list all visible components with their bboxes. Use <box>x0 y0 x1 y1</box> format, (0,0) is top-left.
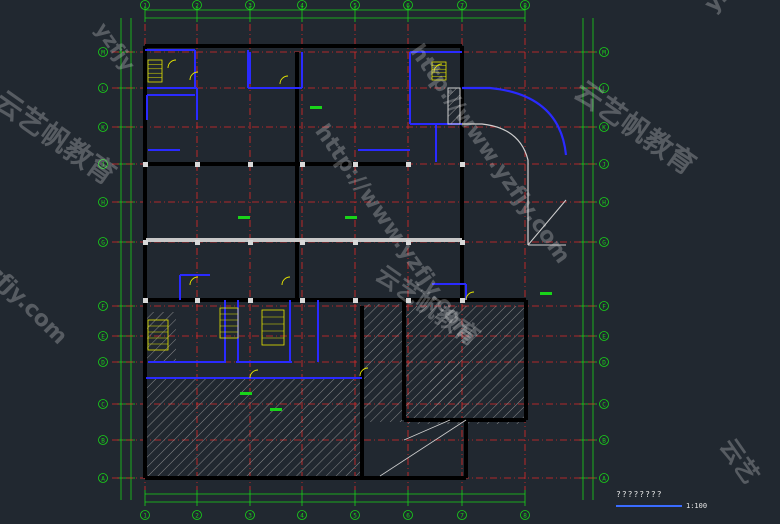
stair <box>147 59 163 83</box>
axis-bubble-label: F <box>602 304 606 311</box>
axis-bubble-label: J <box>602 162 606 169</box>
hatched-area <box>145 378 360 476</box>
column <box>406 298 411 303</box>
door-swing <box>281 276 291 286</box>
annotation-mark <box>310 106 322 109</box>
column <box>195 162 200 167</box>
axis-bubble-label: G <box>602 240 606 247</box>
axis-bubble-label: K <box>101 125 105 132</box>
axis-bubble-label: 1 <box>143 3 147 10</box>
column <box>460 162 465 167</box>
axis-bubble-label: A <box>602 476 606 483</box>
ramp-curve-inner <box>462 123 529 245</box>
axis-bubble-label: E <box>101 334 105 341</box>
axis-bubble-label: 1 <box>143 513 147 520</box>
axis-bubble-label: 7 <box>460 513 464 520</box>
hatched-areas <box>145 304 526 476</box>
axis-bubble-label: 6 <box>406 513 410 520</box>
column <box>143 162 148 167</box>
axis-bubble-label: 2 <box>195 513 199 520</box>
column <box>300 240 305 245</box>
axis-bubble-label: D <box>602 360 606 367</box>
axis-bubble-label: H <box>602 200 606 207</box>
column <box>248 298 253 303</box>
door-swing <box>167 59 177 69</box>
axis-bubble-label: 8 <box>523 3 527 10</box>
column <box>406 240 411 245</box>
ramp-hatch <box>447 87 461 125</box>
annotation-mark <box>270 408 282 411</box>
axis-bubble-label: C <box>602 402 606 409</box>
hatched-area <box>146 312 176 362</box>
column <box>143 240 148 245</box>
door-swing <box>249 369 259 379</box>
diagonal-line <box>379 419 467 477</box>
drawing-scale: 1:100 <box>686 502 708 510</box>
scale-legend: ???????? 1:100 <box>616 488 707 518</box>
annotation-mark <box>345 216 357 219</box>
axis-bubble-label: J <box>101 162 105 169</box>
annotation-mark <box>540 292 552 295</box>
axis-bubble-label: 8 <box>523 513 527 520</box>
annotation-mark <box>238 216 250 219</box>
axis-bubble-label: 3 <box>248 513 252 520</box>
axis-bubble-label: 4 <box>300 3 304 10</box>
hatched-area <box>430 362 466 412</box>
drawing-title: ???????? <box>616 490 663 499</box>
column <box>248 240 253 245</box>
scale-bar <box>616 505 682 507</box>
axis-bubble-label: B <box>602 438 606 445</box>
axis-bubble-label: 2 <box>195 3 199 10</box>
door-swing <box>433 63 443 73</box>
axis-bubble-label: H <box>101 200 105 207</box>
column <box>460 240 465 245</box>
axis-bubble-label: E <box>602 334 606 341</box>
axis-bubble-label: K <box>602 125 606 132</box>
column <box>300 162 305 167</box>
door-swing <box>279 75 289 85</box>
axis-bubble-label: L <box>101 86 105 93</box>
axis-bubble-label: 4 <box>300 513 304 520</box>
axis-bubble-label: 5 <box>353 3 357 10</box>
column <box>248 162 253 167</box>
column <box>460 298 465 303</box>
axis-bubble-label: 5 <box>353 513 357 520</box>
axis-bubble-label: A <box>101 476 105 483</box>
hatched-area <box>362 304 404 422</box>
column <box>195 298 200 303</box>
axis-bubble-label: G <box>101 240 105 247</box>
axis-bubble-label: L <box>602 86 606 93</box>
column <box>143 298 148 303</box>
axis-bubble-label: F <box>101 304 105 311</box>
axis-bubble-label: C <box>101 402 105 409</box>
column <box>353 298 358 303</box>
axis-bubble-label: B <box>101 438 105 445</box>
stair <box>219 307 239 339</box>
column <box>353 240 358 245</box>
column <box>406 162 411 167</box>
axis-bubble-label: D <box>101 360 105 367</box>
column <box>300 298 305 303</box>
axis-bubble-label: M <box>602 50 606 57</box>
column <box>353 162 358 167</box>
cad-floor-plan: 1 2 3 4 5 6 7 8 1 2 3 4 5 6 7 8 M L K J H G F E D C B A M L K J H G F E D C B A <box>98 0 609 520</box>
axis-bubble-label: M <box>101 50 105 57</box>
ramp-curve-outer <box>462 86 568 156</box>
axis-bubble-label: 6 <box>406 3 410 10</box>
axis-bubble-label: 7 <box>460 3 464 10</box>
annotation-mark <box>240 392 252 395</box>
stair <box>261 309 285 346</box>
axis-bubble-label: 3 <box>248 3 252 10</box>
column <box>195 240 200 245</box>
ramp-edge <box>527 199 567 246</box>
